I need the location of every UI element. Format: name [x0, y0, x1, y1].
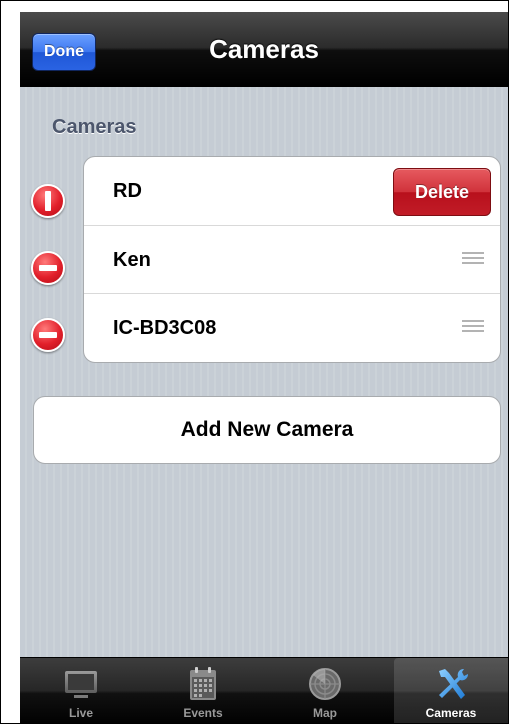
delete-control-icon[interactable]	[31, 184, 65, 218]
tab-live[interactable]: Live	[20, 658, 142, 723]
screenshot-frame: Cameras Done Cameras RD Delete Ken IC-BD…	[0, 0, 509, 724]
done-button[interactable]: Done	[32, 33, 96, 71]
tab-map[interactable]: Map	[264, 658, 386, 723]
list-item[interactable]: RD Delete	[84, 157, 500, 225]
section-header: Cameras	[52, 116, 137, 138]
camera-name: IC-BD3C08	[113, 317, 217, 339]
tab-label: Live	[68, 706, 93, 720]
tab-label: Events	[183, 706, 223, 720]
navigation-bar: Cameras Done	[20, 12, 508, 87]
app-screen: Cameras Done Cameras RD Delete Ken IC-BD…	[20, 12, 508, 723]
delete-control-icon[interactable]	[31, 251, 65, 285]
list-item[interactable]: Ken	[84, 225, 500, 294]
tab-bar: Live Events Map Cameras	[20, 657, 508, 723]
delete-control-icon[interactable]	[31, 318, 65, 352]
reorder-handle-icon[interactable]	[462, 320, 484, 336]
camera-name: RD	[113, 180, 142, 202]
calendar-icon	[190, 667, 216, 700]
camera-list: RD Delete Ken IC-BD3C08	[83, 156, 501, 363]
tab-cameras[interactable]: Cameras	[394, 658, 508, 723]
camera-name: Ken	[113, 249, 151, 271]
radar-icon	[309, 668, 341, 700]
tab-events[interactable]: Events	[142, 658, 264, 723]
reorder-handle-icon[interactable]	[462, 252, 484, 268]
tab-label: Map	[313, 706, 337, 720]
monitor-icon	[65, 671, 97, 698]
tools-icon	[439, 668, 469, 699]
tab-label: Cameras	[425, 706, 477, 720]
add-new-camera-button[interactable]: Add New Camera	[33, 396, 501, 464]
list-item[interactable]: IC-BD3C08	[84, 293, 500, 362]
delete-button[interactable]: Delete	[393, 168, 491, 216]
